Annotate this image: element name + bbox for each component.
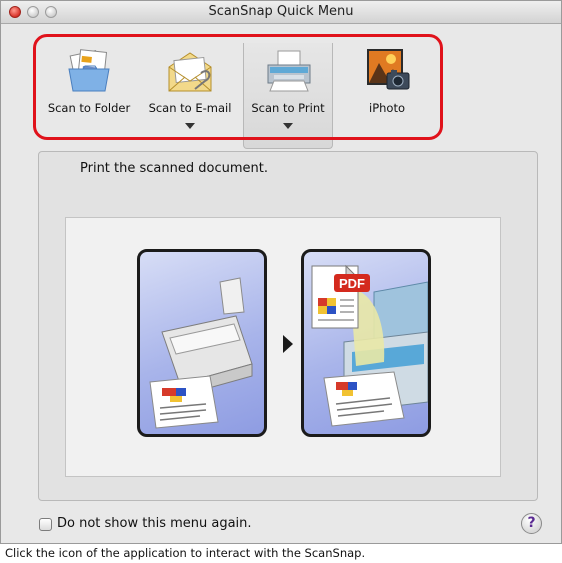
window-title: ScanSnap Quick Menu (208, 4, 354, 19)
pdf-badge-label: PDF (339, 276, 365, 291)
title-bar: ScanSnap Quick Menu (1, 1, 561, 24)
help-button[interactable]: ? (521, 513, 542, 534)
do-not-show-label[interactable]: Do not show this menu again. (57, 516, 252, 531)
scanner-icon (149, 277, 253, 429)
pdf-printer-icon: PDF (311, 264, 428, 427)
scanner-card (137, 249, 267, 437)
printer-card: PDF (301, 249, 431, 437)
app-toolbar-highlight (33, 34, 443, 140)
status-text: Click the icon of the application to int… (5, 546, 366, 560)
app-description: Print the scanned document. (80, 161, 268, 176)
flow-arrow-icon (283, 335, 293, 353)
do-not-show-checkbox[interactable] (39, 518, 52, 531)
quick-menu-window: ScanSnap Quick Menu Scan to Folder Scan … (0, 0, 562, 544)
